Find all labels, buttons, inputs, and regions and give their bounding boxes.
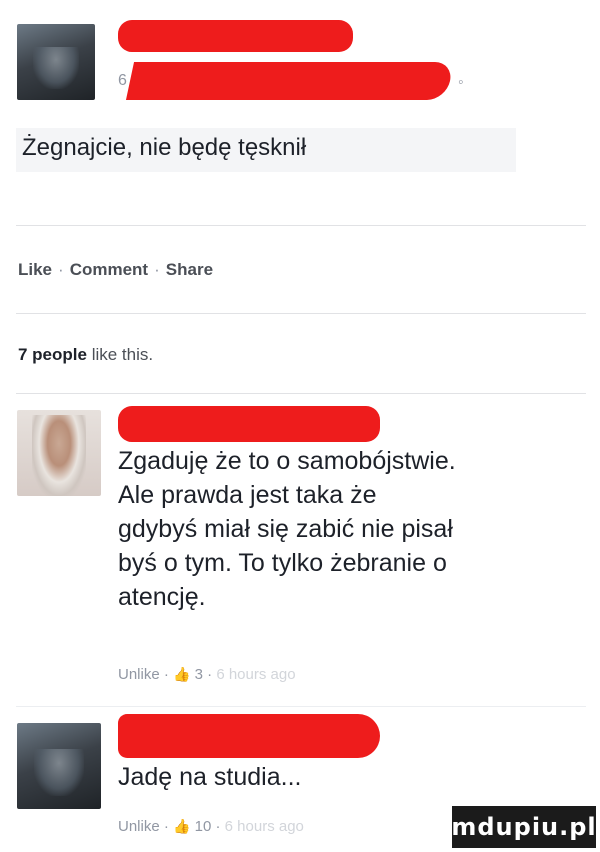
post-meta-fragment-left: 6 [118, 72, 127, 89]
watermark-text: mdupiu.pl [451, 813, 597, 841]
separator: · [207, 666, 213, 683]
separator: · [163, 666, 169, 683]
post-actions: Like · Comment · Share [18, 260, 213, 280]
comment-text: Zgaduję że to o samobójstwie. Ale prawda… [118, 444, 456, 614]
redacted-comment-author [118, 406, 380, 442]
comment-line: Ale prawda jest taka że [118, 481, 377, 509]
comment-like-count[interactable]: 10 [195, 818, 212, 835]
comment-meta: Unlike · 👍 3 · 6 hours ago [118, 666, 296, 683]
post-author-avatar[interactable] [17, 24, 95, 100]
comment-timestamp[interactable]: 6 hours ago [225, 818, 304, 835]
comment-line: Jadę na studia... [118, 763, 302, 791]
redacted-post-meta [125, 62, 455, 100]
likes-suffix: like this. [86, 345, 154, 364]
unlike-link[interactable]: Unlike [118, 666, 160, 683]
comment-line: Zgaduję że to o samobójstwie. [118, 447, 456, 475]
thumbs-up-icon: 👍 [173, 666, 191, 682]
redacted-comment-author [118, 714, 380, 758]
likes-summary: 7 people like this. [18, 345, 153, 365]
post-text: Żegnajcie, nie będę tęsknił [16, 128, 516, 172]
comment-author-avatar[interactable] [17, 410, 101, 496]
comment-line: atencję. [118, 583, 206, 611]
thumbs-up-icon: 👍 [173, 818, 191, 834]
comment-link[interactable]: Comment [70, 260, 148, 279]
likes-count-link[interactable]: 7 people [18, 345, 87, 364]
separator: · [154, 260, 160, 279]
comment-line: byś o tym. To tylko żebranie o [118, 549, 447, 577]
comment-like-count[interactable]: 3 [195, 666, 203, 683]
comment-meta: Unlike · 👍 10 · 6 hours ago [118, 818, 304, 835]
redacted-author-name [118, 20, 353, 52]
comment-author-avatar[interactable] [17, 723, 101, 809]
share-link[interactable]: Share [166, 260, 213, 279]
post-text-content: Żegnajcie, nie będę tęsknił [22, 134, 307, 161]
separator: · [163, 818, 169, 835]
separator: · [58, 260, 64, 279]
separator: · [215, 818, 221, 835]
comment-timestamp[interactable]: 6 hours ago [216, 666, 295, 683]
comment-text: Jadę na studia... [118, 760, 301, 794]
like-link[interactable]: Like [18, 260, 52, 279]
watermark-logo: mdupiu.pl [451, 806, 597, 848]
post-meta-fragment-right: ◦ [458, 74, 464, 91]
comment-divider [16, 706, 586, 707]
likes-divider [16, 393, 586, 394]
unlike-link[interactable]: Unlike [118, 818, 160, 835]
post-divider [16, 225, 586, 226]
actions-divider [16, 313, 586, 314]
comment-line: gdybyś miał się zabić nie pisał [118, 515, 453, 543]
